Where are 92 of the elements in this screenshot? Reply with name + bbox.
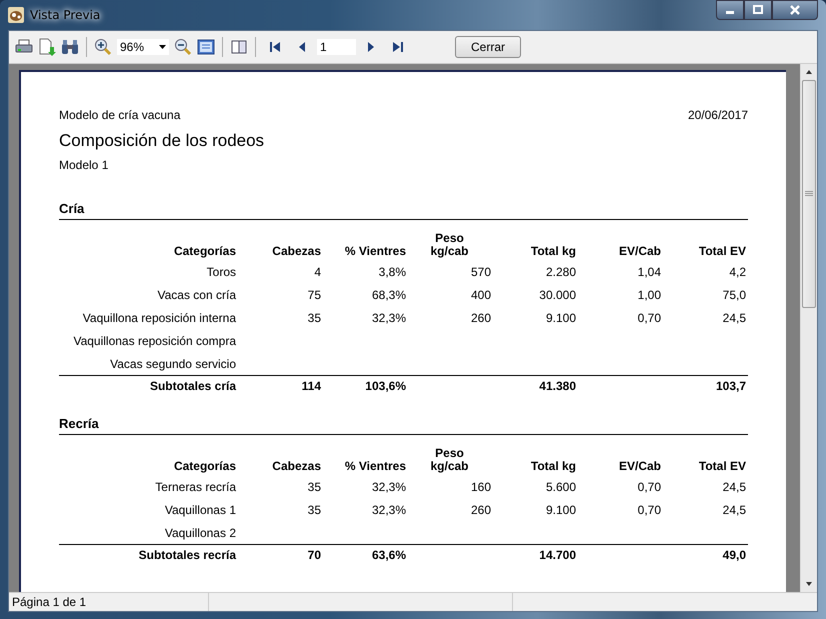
subtotal-cell: Subtotales cría [150, 379, 236, 393]
table-cell: 5.600 [546, 480, 576, 494]
table-cell: 1,04 [638, 264, 661, 278]
table-cell: 9.100 [546, 310, 576, 324]
column-header: Cabezas [272, 459, 321, 473]
table-cell: 24,5 [722, 480, 746, 494]
column-header: EV/Cab [618, 244, 661, 258]
binoculars-icon[interactable] [61, 39, 79, 55]
report-date: 20/06/2017 [688, 108, 748, 122]
first-page-icon[interactable] [269, 41, 281, 53]
column-header: % Vientres [344, 459, 406, 473]
column-header: Cabezas [272, 244, 321, 258]
table-cell: 2.280 [546, 264, 576, 278]
column-header: Total EV [698, 244, 746, 258]
column-header: Categorías [174, 244, 236, 258]
vertical-scrollbar[interactable] [800, 64, 817, 592]
minimize-button[interactable] [716, 0, 744, 20]
table-cell: 35 [308, 502, 321, 516]
table-cell: 32,3% [372, 310, 406, 324]
table-cell: 160 [470, 480, 491, 494]
table-cell: 4,2 [729, 264, 746, 278]
table-cell: 35 [308, 480, 321, 494]
column-header: Peso kg/cab [430, 231, 468, 258]
column-header: Total EV [698, 459, 746, 473]
table-cell: Vaquillonas reposición compra [73, 334, 236, 348]
table-cell: 68,3% [372, 288, 406, 302]
section-title: Cría [59, 201, 748, 220]
table-cell: 4 [314, 264, 321, 278]
table-cell: 24,5 [722, 502, 746, 516]
table-cell: 75,0 [722, 288, 746, 302]
subtotal-cell: 103,6% [365, 379, 406, 393]
zoom-out-icon[interactable] [174, 38, 192, 56]
column-header: Categorías [174, 459, 236, 473]
table-cell: 400 [470, 288, 491, 302]
zoom-in-icon[interactable] [94, 38, 112, 56]
subtotal-cell: 41.380 [539, 379, 576, 393]
column-header: Total kg [530, 459, 576, 473]
table-cell: Vaquillona reposición interna [82, 310, 236, 324]
table-cell: Vaquillonas 1 [164, 502, 236, 516]
maximize-icon [752, 5, 764, 15]
status-text: Página 1 de 1 [9, 593, 209, 611]
table-cell: Vacas con cría [158, 288, 236, 302]
subtotal-cell: Subtotales recría [138, 548, 236, 562]
window-title: Vista Previa [30, 8, 100, 22]
previous-page-icon[interactable] [298, 41, 306, 53]
last-page-icon[interactable] [392, 41, 404, 53]
table-cell: 570 [470, 264, 491, 278]
table-cell: 0,70 [638, 480, 661, 494]
column-header: Peso kg/cab [430, 446, 468, 473]
subtotal-cell: 114 [302, 379, 321, 393]
book-icon[interactable] [230, 39, 248, 55]
section-title: Recría [59, 416, 748, 435]
next-page-icon[interactable] [367, 41, 375, 53]
column-header: EV/Cab [618, 459, 661, 473]
page-width-icon[interactable] [197, 39, 215, 55]
table-cell: 0,70 [638, 502, 661, 516]
table-cell: 3,8% [378, 264, 406, 278]
table-cell: 32,3% [372, 502, 406, 516]
printer-icon[interactable] [15, 39, 33, 55]
table-cell: 0,70 [638, 310, 661, 324]
close-button[interactable]: Cerrar [455, 36, 521, 58]
table-cell: 24,5 [722, 310, 746, 324]
caret-icon [159, 45, 166, 49]
table-cell: 260 [470, 502, 491, 516]
subtotal-cell: 63,6% [372, 548, 406, 562]
table-cell: 75 [308, 288, 321, 302]
subtotal-cell: 14.700 [539, 548, 576, 562]
table-cell: 35 [308, 310, 321, 324]
table-cell: Vaquillonas 2 [164, 526, 236, 540]
table-cell: 30.000 [539, 288, 576, 302]
table-cell: 32,3% [372, 480, 406, 494]
report-subtitle: Modelo de cría vacuna [59, 108, 180, 122]
subtotal-cell: 70 [308, 548, 321, 562]
page-field[interactable]: 1 [317, 39, 356, 55]
table-cell: 9.100 [546, 502, 576, 516]
report-title: Composición de los rodeos [59, 131, 266, 151]
subtotal-cell: 49,0 [722, 548, 746, 562]
table-cell: 260 [470, 310, 491, 324]
maximize-button[interactable] [744, 0, 772, 20]
table-cell: Terneras recría [155, 480, 236, 494]
grip-icon [805, 191, 813, 197]
column-header: % Vientres [344, 244, 406, 258]
close-icon [789, 5, 801, 15]
table-cell: 1,00 [638, 288, 661, 302]
close-button[interactable] [772, 0, 818, 20]
model-name: Modelo 1 [59, 158, 110, 172]
table-cell: Vacas segundo servicio [110, 356, 236, 370]
column-header: Total kg [530, 244, 576, 258]
subtotal-cell: 103,7 [716, 379, 746, 393]
zoom-dropdown[interactable]: 96% [117, 39, 169, 55]
table-cell: Toros [206, 264, 236, 278]
export-icon[interactable] [38, 38, 56, 56]
